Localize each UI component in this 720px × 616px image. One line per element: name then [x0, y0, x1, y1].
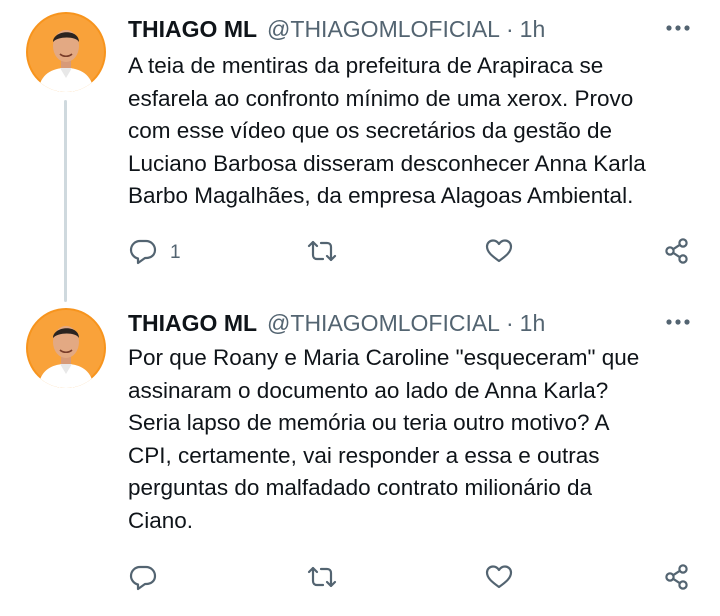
tweet-header: THIAGO ML @THIAGOMLOFICIAL · 1h — [128, 306, 696, 340]
tweet-text-line: Seria lapso de memória ou teria outro mo… — [128, 410, 610, 435]
timestamp[interactable]: 1h — [520, 16, 546, 43]
tweet-text-line: Por que Roany e Maria Caroline "esquecer… — [128, 345, 640, 370]
tweet-text: Por que Roany e Maria Caroline "esquecer… — [128, 342, 698, 537]
author-handle[interactable]: @THIAGOMLOFICIAL — [267, 16, 500, 43]
tweet-text: A teia de mentiras da prefeitura de Arap… — [128, 50, 698, 213]
share-button[interactable] — [662, 562, 692, 596]
share-button[interactable] — [662, 236, 692, 270]
thread-timeline: THIAGO ML @THIAGOMLOFICIAL · 1h A teia d… — [0, 0, 720, 616]
tweet-text-line: A teia de mentiras da prefeitura de Arap… — [128, 53, 604, 78]
separator-dot: · — [505, 15, 514, 42]
author-name[interactable]: THIAGO ML — [128, 16, 257, 43]
author-handle[interactable]: @THIAGOMLOFICIAL — [267, 310, 500, 337]
share-icon — [662, 236, 692, 271]
author-name[interactable]: THIAGO ML — [128, 310, 257, 337]
share-icon — [662, 562, 692, 597]
tweet-actions — [128, 562, 698, 596]
more-horizontal-icon[interactable] — [664, 310, 692, 334]
retweet-button[interactable] — [306, 236, 338, 270]
reply-icon — [128, 562, 158, 597]
separator-dot: · — [505, 309, 514, 336]
heart-icon — [484, 562, 514, 597]
tweet-text-line: Ciano. — [128, 507, 194, 533]
tweet-text-line: CPI, certamente, vai responder a essa e … — [128, 442, 600, 468]
tweet-text-line: assinaram o documento ao lado de Anna Ka… — [128, 377, 609, 403]
retweet-icon — [306, 562, 338, 597]
timestamp[interactable]: 1h — [520, 310, 546, 337]
tweet-text-line: com esse vídeo que os secretários da ges… — [128, 118, 613, 143]
tweet-actions: 1 — [128, 236, 698, 270]
tweet[interactable]: THIAGO ML @THIAGOMLOFICIAL · 1h A teia d… — [0, 0, 720, 290]
tweet-text-line: esfarela ao confronto mínimo de uma xero… — [128, 85, 634, 111]
like-button[interactable] — [484, 236, 514, 270]
like-button[interactable] — [484, 562, 514, 596]
reply-button[interactable] — [128, 562, 158, 596]
avatar[interactable] — [26, 12, 106, 92]
heart-icon — [484, 236, 514, 271]
tweet-text-line: Barbo Magalhães, da empresa Alagoas Ambi… — [128, 183, 634, 208]
retweet-button[interactable] — [306, 562, 338, 596]
retweet-icon — [306, 236, 338, 271]
avatar[interactable] — [26, 308, 106, 388]
tweet[interactable]: THIAGO ML @THIAGOMLOFICIAL · 1h Por que … — [0, 290, 720, 616]
tweet-text-line: Luciano Barbosa disseram desconhecer Ann… — [128, 150, 646, 176]
reply-count: 1 — [170, 242, 181, 263]
tweet-header: THIAGO ML @THIAGOMLOFICIAL · 1h — [128, 12, 696, 46]
more-horizontal-icon[interactable] — [664, 16, 692, 40]
reply-button[interactable]: 1 — [128, 236, 181, 270]
reply-icon — [128, 236, 158, 271]
tweet-text-line: perguntas do malfadado contrato milionár… — [128, 475, 593, 500]
